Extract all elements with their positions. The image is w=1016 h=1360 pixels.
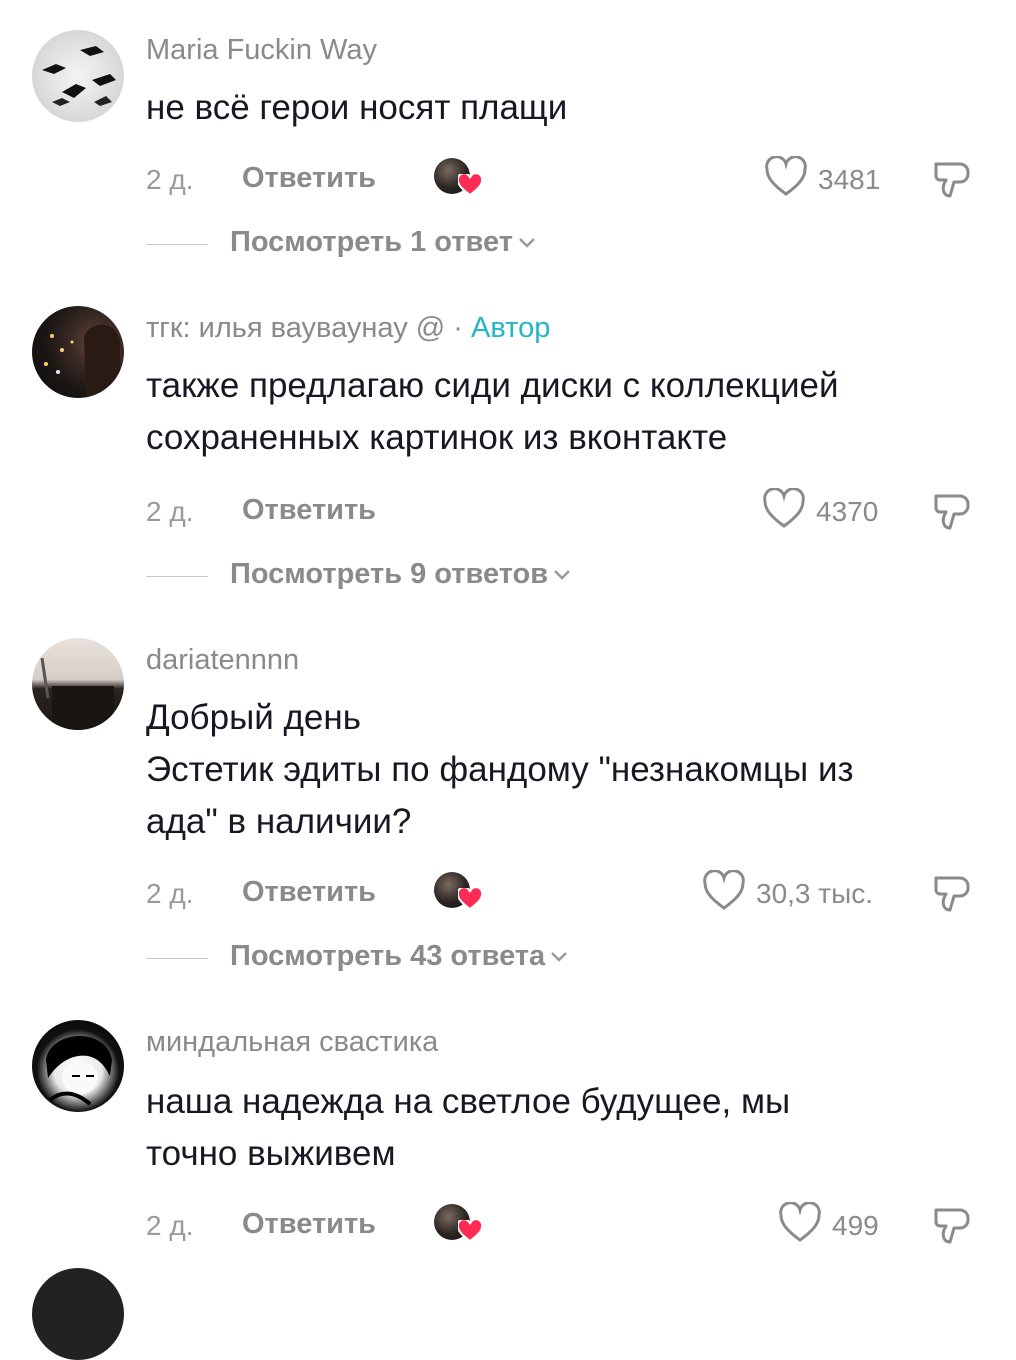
avatar[interactable] — [32, 1020, 124, 1112]
author-badge: Автор — [471, 312, 551, 344]
like-count: 499 — [832, 1210, 879, 1241]
reply-button[interactable]: Ответить — [242, 876, 376, 909]
divider — [146, 958, 208, 959]
creator-heart-icon — [458, 174, 482, 196]
divider — [146, 244, 208, 245]
comment-actions: 2 д. Ответить 4370 — [0, 488, 1016, 538]
chevron-down-icon — [551, 952, 568, 963]
view-replies-button[interactable]: Посмотреть 1 ответ — [230, 226, 537, 259]
comment-actions: 2 д. Ответить 3481 — [0, 156, 1016, 206]
comment-text: наша надежда на светлое будущее, мы точн… — [146, 1082, 791, 1173]
heart-icon — [703, 870, 745, 910]
heart-icon — [765, 156, 807, 196]
dislike-icon[interactable] — [930, 1204, 974, 1248]
comment-text: не всё герои носят плащи — [146, 88, 568, 127]
dislike-icon[interactable] — [930, 158, 974, 202]
comment-date: 2 д. — [146, 164, 194, 195]
reply-button[interactable]: Ответить — [242, 494, 376, 527]
dislike-icon[interactable] — [930, 872, 974, 916]
creator-heart-icon — [458, 888, 482, 910]
heart-icon — [779, 1202, 821, 1242]
dislike-icon[interactable] — [930, 490, 974, 534]
view-replies-button[interactable]: Посмотреть 9 ответов — [230, 558, 572, 591]
username[interactable]: тгк: илья вауваунау @ · Автор — [146, 312, 550, 345]
comment-text: также предлагаю сиди диски с коллекцией … — [146, 366, 839, 457]
chevron-down-icon — [554, 570, 570, 581]
next-comment-avatar[interactable] — [32, 1268, 124, 1360]
like-count: 3481 — [818, 164, 881, 195]
username[interactable]: Maria Fuckin Way — [146, 34, 377, 67]
divider — [146, 576, 208, 577]
avatar[interactable] — [32, 306, 124, 398]
chevron-down-icon — [519, 238, 535, 249]
heart-icon — [763, 488, 805, 528]
comment-date: 2 д. — [146, 496, 194, 527]
avatar[interactable] — [32, 30, 124, 122]
reply-button[interactable]: Ответить — [242, 1208, 376, 1241]
comment-actions: 2 д. Ответить 499 — [0, 1202, 1016, 1252]
like-count: 4370 — [816, 496, 879, 527]
view-replies-button[interactable]: Посмотреть 43 ответа — [230, 940, 569, 973]
username[interactable]: dariatennnn — [146, 644, 299, 677]
comment-date: 2 д. — [146, 878, 194, 909]
like-count: 30,3 тыс. — [756, 878, 874, 909]
comment-actions: 2 д. Ответить 30,3 тыс. — [0, 870, 1016, 920]
comment-text: Добрый день Эстетик эдиты по фандому "не… — [146, 698, 854, 841]
username[interactable]: миндальная свастика — [146, 1026, 438, 1059]
creator-heart-icon — [458, 1220, 482, 1242]
reply-button[interactable]: Ответить — [242, 162, 376, 195]
comment-date: 2 д. — [146, 1210, 194, 1241]
avatar[interactable] — [32, 638, 124, 730]
